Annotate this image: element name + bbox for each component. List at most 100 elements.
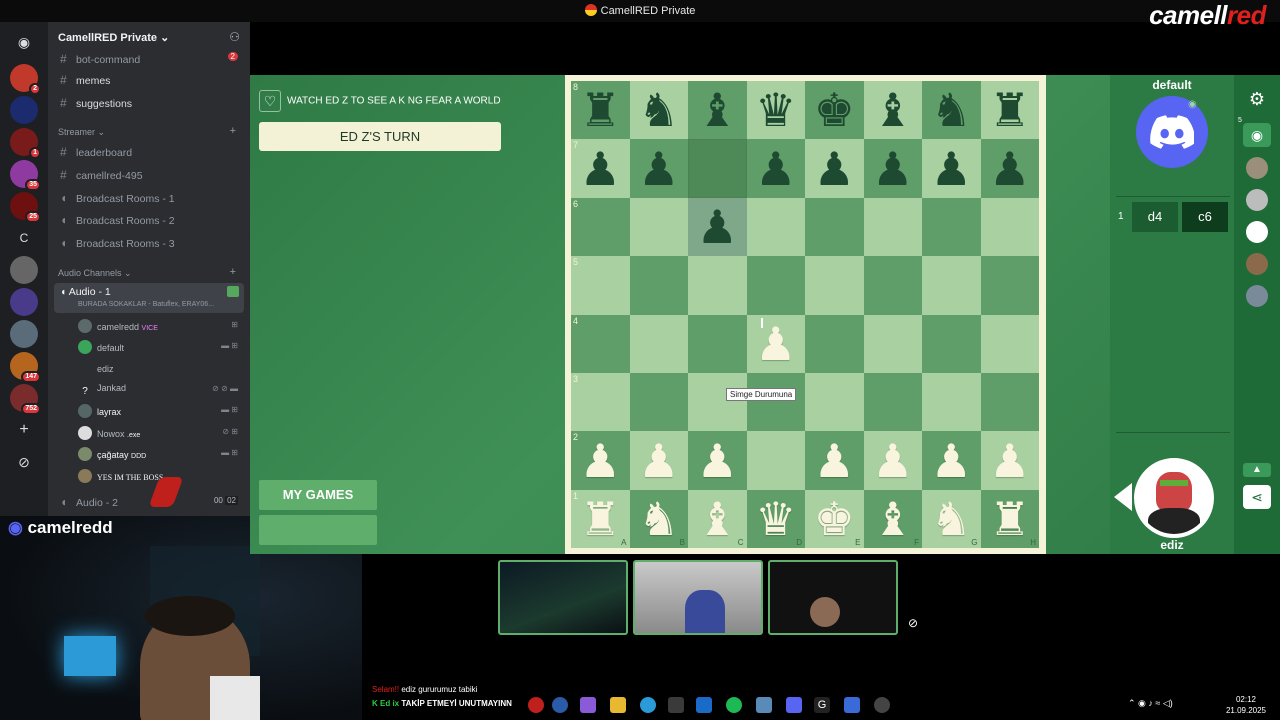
server-letter[interactable]: C [10,224,38,252]
square-h6[interactable] [980,197,1039,257]
server-icon[interactable]: 752 [10,384,41,415]
square-b6[interactable] [629,197,688,257]
square-d7[interactable]: ♟ [746,139,805,198]
square-h2[interactable]: ♟ [980,431,1039,490]
square-c4[interactable] [688,314,747,373]
square-a7[interactable]: 7 ♟ [571,139,630,198]
square-f8[interactable]: ♝ [863,81,922,140]
voice-user[interactable]: ? Jankad [78,383,126,399]
white-rook-icon[interactable]: ♜ [580,496,621,542]
voice-user[interactable]: camelredd VICE [78,319,158,333]
store-icon[interactable] [668,697,684,713]
square-b4[interactable] [629,314,688,373]
square-g4[interactable] [922,314,981,373]
square-e2[interactable]: ♟ [805,431,864,490]
square-f4[interactable] [863,314,922,373]
heart-icon[interactable]: ♡ [259,90,281,112]
voice-user[interactable]: YES IM THE BOSS [78,469,163,483]
square-h7[interactable]: ♟ [980,139,1039,198]
spectator-avatar[interactable] [1246,189,1268,211]
my-games-button[interactable]: MY GAMES [259,480,377,510]
black-pawn-icon[interactable]: ♟ [580,146,621,192]
add-channel-icon[interactable]: + [230,266,236,278]
square-g1[interactable]: G ♞ [922,489,981,549]
category-audio[interactable]: Audio Channels ⌄ [58,268,132,279]
white-pawn-icon[interactable]: ♟ [872,438,913,484]
square-c1[interactable]: C ♝ [688,489,747,549]
add-server-icon[interactable]: + [10,416,38,444]
add-channel-icon[interactable]: + [230,125,236,137]
square-d4[interactable]: ♟ [746,314,805,373]
white-queen-icon[interactable]: ♛ [755,496,796,542]
black-rook-icon[interactable]: ♜ [989,87,1030,133]
white-pawn-icon[interactable]: ♟ [814,438,855,484]
square-e4[interactable] [805,314,864,373]
voice-user[interactable]: çağatay DDD [78,447,146,461]
voice-user[interactable]: layrax [78,404,121,418]
square-a3[interactable]: 3 [571,372,630,432]
white-pawn-icon[interactable]: ♟ [989,438,1030,484]
server-icon[interactable]: 35 [10,160,41,191]
square-f7[interactable]: ♟ [863,139,922,198]
move-black[interactable]: c6 [1182,202,1228,232]
square-h4[interactable] [980,314,1039,373]
gear-icon[interactable]: ⚙ [1243,87,1271,111]
square-b3[interactable] [629,372,688,432]
square-b1[interactable]: B ♞ [629,489,688,549]
video-tile[interactable] [498,560,628,635]
channel-bot-command[interactable]: # bot-command [60,52,140,66]
black-pawn-icon[interactable]: ♟ [638,146,679,192]
black-king-icon[interactable]: ♚ [814,87,855,133]
square-f5[interactable] [863,256,922,315]
white-bishop-icon[interactable]: ♝ [872,496,913,542]
outlook-icon[interactable] [696,697,712,713]
server-icon[interactable]: 2 [10,64,41,95]
channel-broadcast-2[interactable]: ◖ Broadcast Rooms - 2 [60,213,175,227]
square-c2[interactable]: ♟ [688,431,747,490]
square-e5[interactable] [805,256,864,315]
square-a6[interactable]: 6 [571,197,630,257]
share-icon[interactable]: ⋖ [1243,485,1271,509]
square-a8[interactable]: 8 ♜ [571,81,630,140]
square-d5[interactable] [746,256,805,315]
square-g2[interactable]: ♟ [922,431,981,490]
square-d3[interactable] [746,372,805,432]
square-e8[interactable]: ♚ [805,81,864,140]
square-b7[interactable]: ♟ [629,139,688,198]
black-pawn-icon[interactable]: ♟ [989,146,1030,192]
square-e3[interactable] [805,372,864,432]
app-icon[interactable] [844,697,860,713]
channel-broadcast-3[interactable]: ◖ Broadcast Rooms - 3 [60,236,175,250]
white-pawn-icon[interactable]: ♟ [580,438,621,484]
server-icon[interactable]: 1 [10,128,41,159]
square-g7[interactable]: ♟ [922,139,981,198]
square-c3[interactable] [688,372,747,432]
white-knight-icon[interactable]: ♞ [931,496,972,542]
square-g8[interactable]: ♞ [922,81,981,140]
square-e6[interactable] [805,197,864,257]
channel-suggestions[interactable]: # suggestions [60,96,132,110]
app-icon[interactable] [756,697,772,713]
mute-icon[interactable]: ⊘ [908,616,918,630]
black-knight-icon[interactable]: ♞ [638,87,679,133]
app-icon[interactable] [580,697,596,713]
black-bishop-icon[interactable]: ♝ [872,87,913,133]
white-pawn-icon[interactable]: ♟ [697,438,738,484]
white-king-icon[interactable]: ♚ [814,496,855,542]
square-c5[interactable] [688,256,747,315]
square-a4[interactable]: 4 [571,314,630,373]
secondary-button[interactable] [259,515,377,545]
voice-user[interactable]: default [78,340,124,354]
square-h5[interactable] [980,256,1039,315]
square-f2[interactable]: ♟ [863,431,922,490]
square-c8[interactable]: ♝ [688,81,747,140]
app-icon[interactable] [528,697,544,713]
square-e1[interactable]: E ♚ [805,489,864,549]
white-rook-icon[interactable]: ♜ [989,496,1030,542]
black-pawn-icon[interactable]: ♟ [931,146,972,192]
black-queen-icon[interactable]: ♛ [755,87,796,133]
category-streamer[interactable]: Streamer ⌄ [58,127,105,138]
app-icon[interactable]: G [814,697,830,713]
video-tile[interactable] [768,560,898,635]
square-c6[interactable]: ♟ [688,197,747,257]
